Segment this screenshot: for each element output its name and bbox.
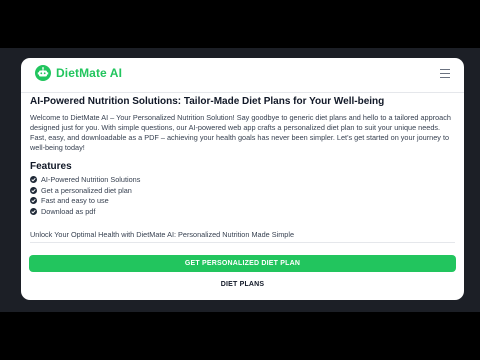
feature-label: Download as pdf	[41, 206, 96, 216]
divider	[30, 242, 455, 243]
features-heading: Features	[30, 161, 72, 172]
features-list: AI-Powered Nutrition Solutions Get a per…	[30, 175, 140, 217]
page-title: AI-Powered Nutrition Solutions: Tailor-M…	[30, 96, 385, 107]
tagline: Unlock Your Optimal Health with DietMate…	[30, 230, 295, 239]
check-circle-icon	[30, 176, 37, 183]
feature-item: Download as pdf	[30, 207, 140, 218]
letterbox-bottom	[0, 312, 480, 360]
feature-label: AI-Powered Nutrition Solutions	[41, 175, 141, 184]
app-header: DietMate AI	[21, 58, 464, 93]
feature-item: Get a personalized diet plan	[30, 186, 140, 197]
feature-label: Fast and easy to use	[41, 196, 109, 205]
check-circle-icon	[30, 186, 37, 194]
check-circle-icon	[30, 197, 37, 204]
feature-item: AI-Powered Nutrition Solutions	[30, 175, 140, 186]
diet-plans-button[interactable]: DIET PLANS	[29, 277, 456, 292]
check-circle-icon	[30, 207, 37, 215]
hamburger-menu-icon[interactable]	[440, 69, 450, 78]
feature-item: Fast and easy to use	[30, 196, 140, 207]
get-diet-plan-button[interactable]: GET PERSONALIZED DIET PLAN	[29, 255, 456, 272]
letterbox-top	[0, 0, 480, 48]
feature-label: Get a personalized diet plan	[41, 185, 132, 195]
intro-paragraph: Welcome to DietMate AI – Your Personaliz…	[30, 113, 451, 152]
robot-icon[interactable]	[35, 65, 51, 81]
brand-name[interactable]: DietMate AI	[56, 66, 122, 80]
main-card: DietMate AI AI-Powered Nutrition Solutio…	[21, 58, 464, 300]
